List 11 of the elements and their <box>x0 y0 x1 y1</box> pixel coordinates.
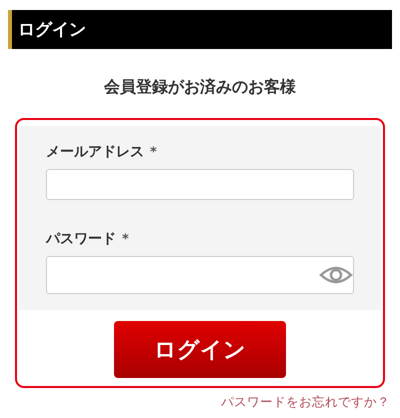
eye-icon[interactable] <box>319 264 353 286</box>
field-label: メールアドレス <box>46 143 144 161</box>
password-field[interactable] <box>46 256 354 294</box>
required-mark: * <box>150 144 157 160</box>
header-title: ログイン <box>18 19 86 41</box>
email-field[interactable] <box>46 169 354 200</box>
section-heading: 会員登録がお済みのお客様 <box>102 77 297 98</box>
field-label: パスワード <box>46 230 116 248</box>
login-button[interactable]: ログイン <box>114 321 286 378</box>
forgot-password-link[interactable]: パスワードをお忘れですか？ <box>221 394 390 411</box>
required-mark: * <box>122 232 129 246</box>
